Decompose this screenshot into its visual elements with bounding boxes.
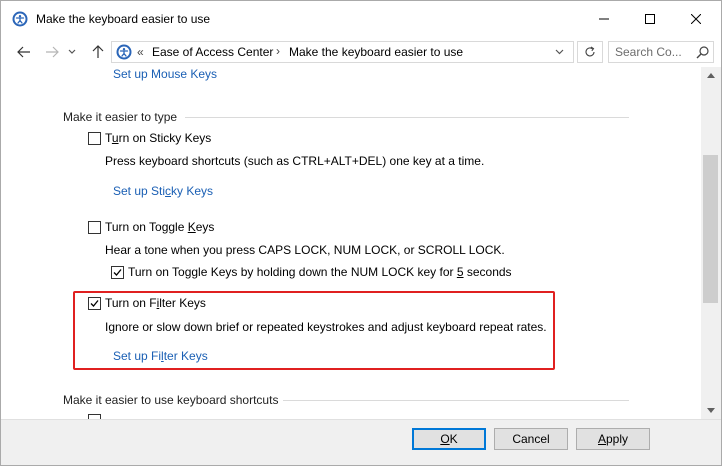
breadcrumb-separator-icon[interactable]: ›: [276, 44, 280, 58]
address-dropdown-button[interactable]: [546, 42, 572, 62]
scrollbar-thumb[interactable]: [703, 155, 718, 303]
toggle-keys-numlock-checkbox[interactable]: [111, 266, 124, 279]
setup-sticky-keys-link[interactable]: Set up Sticky Keys: [113, 184, 213, 198]
ease-of-access-icon: [116, 44, 132, 60]
breadcrumb-overflow-icon[interactable]: «: [137, 45, 144, 59]
search-box[interactable]: Search Co...: [608, 41, 714, 63]
setup-mouse-keys-link[interactable]: Set up Mouse Keys: [113, 67, 217, 81]
search-placeholder: Search Co...: [615, 45, 682, 59]
apply-button[interactable]: Apply: [576, 428, 650, 450]
minimize-icon: [599, 18, 609, 20]
refresh-button[interactable]: [577, 41, 603, 63]
maximize-button[interactable]: [627, 1, 673, 37]
refresh-icon: [585, 46, 595, 57]
search-icon: [696, 46, 709, 59]
maximize-icon: [645, 14, 655, 24]
address-bar[interactable]: « Ease of Access Center › Make the keybo…: [111, 41, 574, 63]
ok-button[interactable]: OK: [412, 428, 486, 450]
toggle-keys-description: Hear a tone when you press CAPS LOCK, NU…: [105, 243, 505, 257]
sticky-keys-description: Press keyboard shortcuts (such as CTRL+A…: [105, 154, 485, 168]
sticky-keys-label[interactable]: Turn on Sticky Keys: [105, 131, 211, 145]
filter-keys-highlight-box: [73, 291, 555, 370]
vertical-scrollbar[interactable]: [701, 67, 721, 419]
scroll-down-arrow-icon: [707, 408, 715, 413]
window: Make the keyboard easier to use « Ease o…: [0, 0, 722, 466]
section-heading-easier-to-type: Make it easier to type: [63, 110, 178, 124]
up-button[interactable]: [87, 41, 109, 63]
scroll-down-button[interactable]: [701, 402, 721, 419]
scroll-up-button[interactable]: [701, 67, 721, 84]
minimize-button[interactable]: [581, 1, 627, 37]
section-divider: [185, 117, 629, 118]
toggle-keys-label[interactable]: Turn on Toggle Keys: [105, 220, 214, 234]
section-heading-keyboard-shortcuts: Make it easier to use keyboard shortcuts: [63, 393, 279, 407]
breadcrumb-ease-of-access-center[interactable]: Ease of Access Center: [152, 45, 273, 59]
ease-of-access-icon: [12, 11, 28, 27]
scroll-up-arrow-icon: [707, 73, 715, 78]
cancel-button[interactable]: Cancel: [494, 428, 568, 450]
checkmark-icon: [113, 269, 122, 276]
chevron-down-icon: [68, 49, 76, 54]
back-arrow-icon: [17, 46, 30, 58]
toggle-keys-numlock-label[interactable]: Turn on Toggle Keys by holding down the …: [128, 265, 512, 279]
recent-locations-button[interactable]: [65, 41, 79, 63]
navigation-bar: « Ease of Access Center › Make the keybo…: [1, 37, 721, 67]
title-bar: Make the keyboard easier to use: [1, 1, 721, 37]
close-icon: [691, 14, 701, 24]
back-button[interactable]: [13, 41, 35, 63]
breadcrumb-current-page[interactable]: Make the keyboard easier to use: [289, 45, 463, 59]
sticky-keys-checkbox[interactable]: [88, 132, 101, 145]
section-divider: [283, 400, 629, 401]
close-button[interactable]: [673, 1, 719, 37]
dialog-footer: OK Cancel Apply: [1, 419, 721, 465]
up-arrow-icon: [92, 45, 104, 58]
forward-arrow-icon: [46, 46, 59, 58]
content-pane: Set up Mouse Keys Make it easier to type…: [1, 67, 701, 419]
toggle-keys-checkbox[interactable]: [88, 221, 101, 234]
chevron-down-icon: [555, 49, 563, 55]
forward-button[interactable]: [41, 41, 63, 63]
window-title: Make the keyboard easier to use: [36, 12, 211, 26]
